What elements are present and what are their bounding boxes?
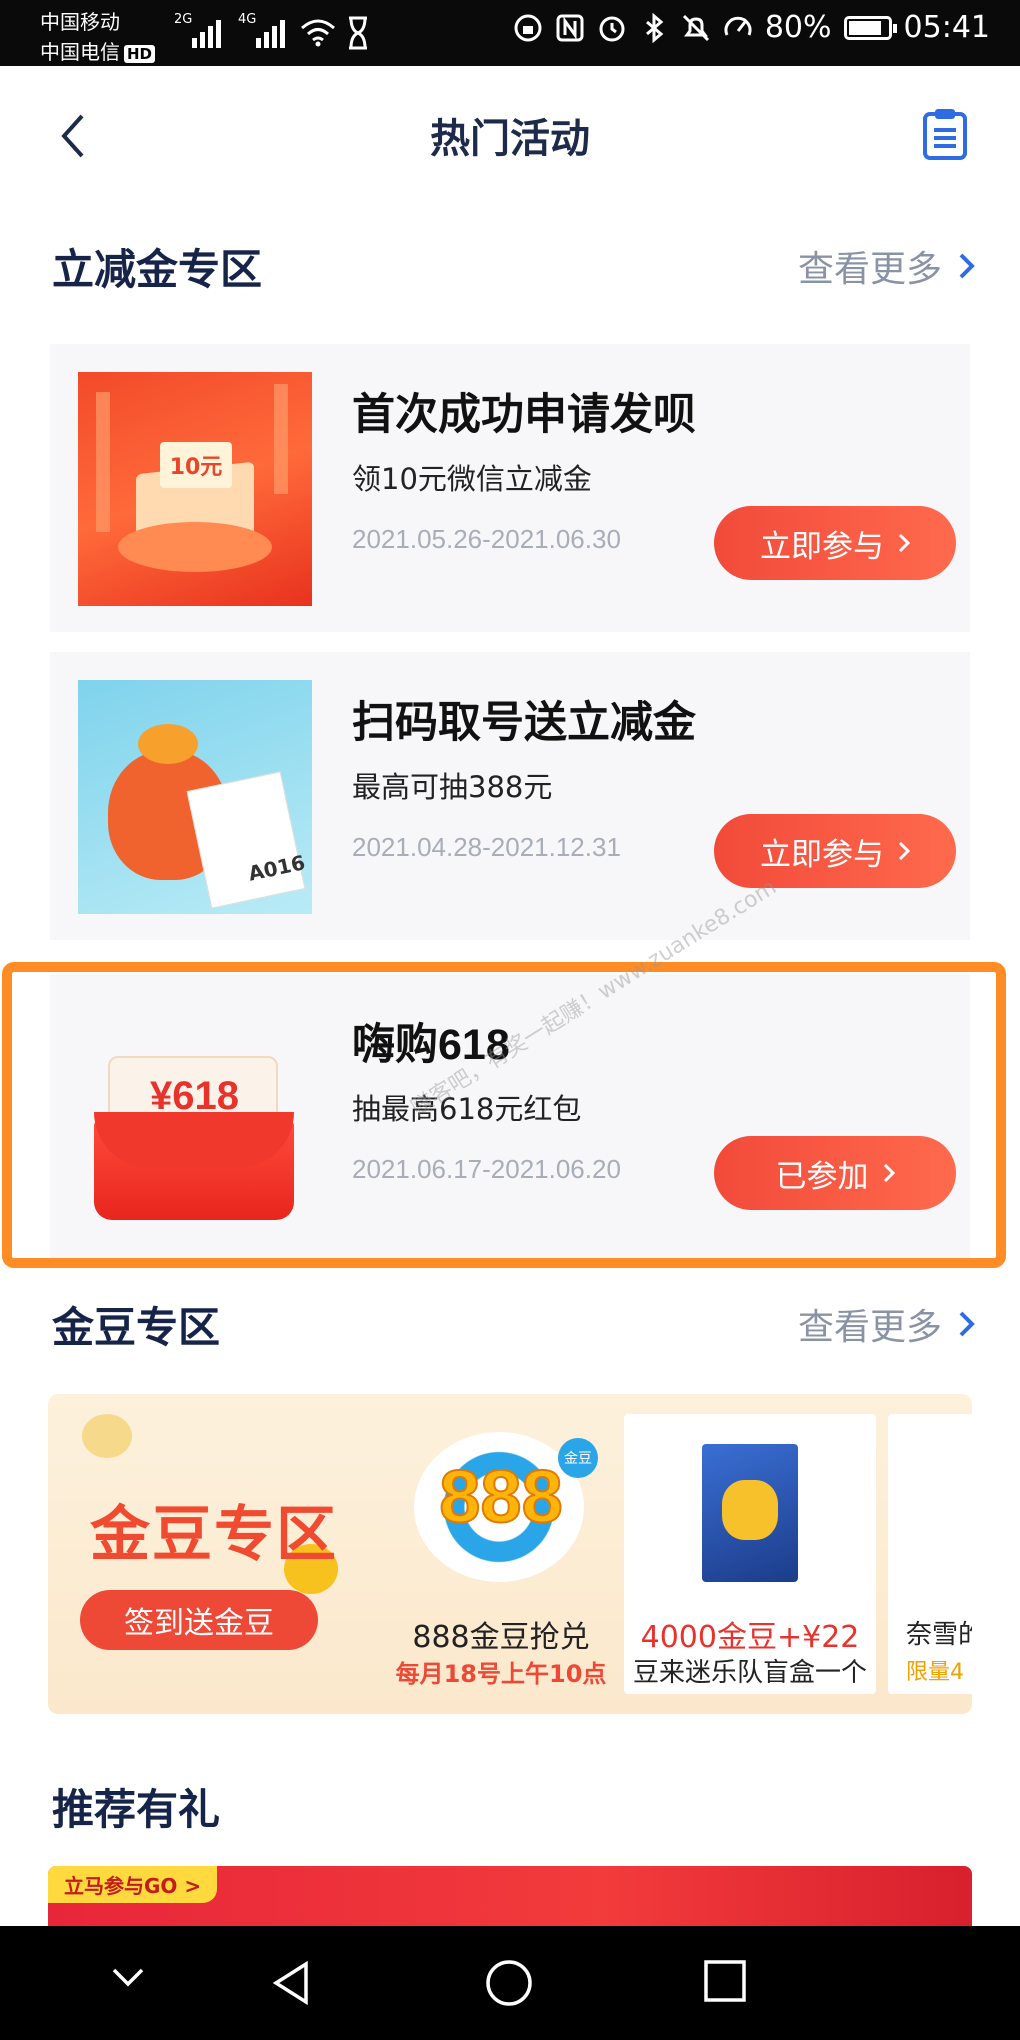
activity-subtitle: 最高可抽388元 <box>352 770 553 804</box>
battery-icon <box>843 15 897 40</box>
recents-square-icon[interactable] <box>702 1958 748 2004</box>
join-button-label: 立即参与 <box>760 836 884 873</box>
chevron-right-icon <box>898 841 910 861</box>
activity-thumb-money-bag: A016 <box>78 680 312 914</box>
join-now-tag[interactable]: 立马参与GO > <box>48 1866 218 1903</box>
product-888[interactable]: 888 金豆 888金豆抢兑 每月18号上午10点 <box>386 1414 616 1694</box>
bluetooth-icon <box>645 12 664 43</box>
hourglass-icon <box>349 16 367 50</box>
discount-more-label: 查看更多 <box>797 249 942 290</box>
carrier-2-label: 中国电信 <box>40 40 120 64</box>
status-right: 80% 05:41 <box>513 10 990 45</box>
carrier-2: 中国电信 HD <box>40 36 156 65</box>
chevron-down-icon[interactable] <box>108 1958 148 1998</box>
product-title: 奈雪的 <box>906 1620 972 1650</box>
section-recommend-title: 推荐有礼 <box>52 1786 221 1833</box>
highlight-frame <box>2 962 1006 1268</box>
discount-more-link[interactable]: 查看更多 <box>798 240 976 292</box>
system-nav-bar <box>0 1926 1020 2040</box>
product-note: 限量4 <box>906 1660 964 1685</box>
wifi-icon <box>301 19 335 47</box>
bean-decoration <box>82 1414 132 1458</box>
section-recommend-header: 推荐有礼 <box>52 1776 976 1836</box>
activity-date: 2021.04.28-2021.12.31 <box>352 832 621 862</box>
section-discount-header: 立减金专区 查看更多 <box>52 236 976 296</box>
nav-header: 热门活动 <box>0 66 1020 206</box>
bean-more-label: 查看更多 <box>797 1307 942 1348</box>
product-title: 豆来迷乐队盲盒一个 <box>632 1658 867 1688</box>
activity-date: 2021.05.26-2021.06.30 <box>352 524 621 554</box>
888-badge: 金豆 <box>558 1438 598 1478</box>
product-partial[interactable]: 奈雪的 限量4 <box>888 1414 972 1694</box>
bean-more-link[interactable]: 查看更多 <box>798 1298 976 1350</box>
blind-box-image <box>702 1444 798 1582</box>
signal-2g-icon: 2G <box>174 12 221 48</box>
back-triangle-icon[interactable] <box>268 1958 314 2008</box>
status-bar: 中国移动 中国电信 HD 2G 4G 80% 05:41 <box>0 0 1020 66</box>
section-bean-header: 金豆专区 查看更多 <box>52 1294 976 1354</box>
product-price: 4000金豆+¥22 <box>640 1620 860 1655</box>
signal-4g-icon: 4G <box>238 12 285 48</box>
thumb-label: 10元 <box>160 442 232 488</box>
nfc-icon <box>556 14 584 41</box>
speedometer-icon <box>724 16 752 36</box>
network-4g-label: 4G <box>238 12 257 27</box>
join-button-label: 立即参与 <box>760 528 884 565</box>
bean-banner[interactable]: 金豆专区 签到送金豆 888 金豆 888金豆抢兑 每月18号上午10点 400… <box>48 1394 972 1714</box>
signin-button[interactable]: 签到送金豆 <box>80 1590 318 1650</box>
carrier-1: 中国移动 <box>40 10 120 34</box>
join-button[interactable]: 立即参与 <box>714 506 956 580</box>
join-button[interactable]: 立即参与 <box>714 814 956 888</box>
battery-percent: 80% <box>764 10 832 45</box>
chevron-right-icon <box>959 253 975 279</box>
clock: 05:41 <box>903 10 990 45</box>
chevron-right-icon <box>959 1311 975 1337</box>
alarm-icon <box>599 16 625 41</box>
product-note: 每月18号上午10点 <box>395 1660 607 1688</box>
activity-card-1[interactable]: 10元 首次成功申请发呗 领10元微信立减金 2021.05.26-2021.0… <box>50 344 970 632</box>
product-title: 888金豆抢兑 <box>412 1620 590 1655</box>
hd-badge: HD <box>124 45 156 63</box>
page-title: 热门活动 <box>430 117 590 161</box>
mute-icon <box>682 14 709 41</box>
activity-title: 扫码取号送立减金 <box>352 699 696 747</box>
clipboard-icon[interactable] <box>920 106 970 162</box>
home-circle-icon[interactable] <box>484 1958 534 2008</box>
battery-fill <box>848 20 881 35</box>
activity-thumb-red-gift: 10元 <box>78 372 312 606</box>
product-blind-box[interactable]: 4000金豆+¥22 豆来迷乐队盲盒一个 <box>624 1414 876 1694</box>
chevron-right-icon <box>898 533 910 553</box>
activity-subtitle: 领10元微信立减金 <box>352 462 592 496</box>
rotation-lock-icon <box>514 14 542 41</box>
bean-banner-title: 金豆专区 <box>90 1501 338 1568</box>
activity-title: 首次成功申请发呗 <box>352 391 696 439</box>
activity-card-2[interactable]: A016 扫码取号送立减金 最高可抽388元 2021.04.28-2021.1… <box>50 652 970 940</box>
network-2g-label: 2G <box>174 12 193 27</box>
